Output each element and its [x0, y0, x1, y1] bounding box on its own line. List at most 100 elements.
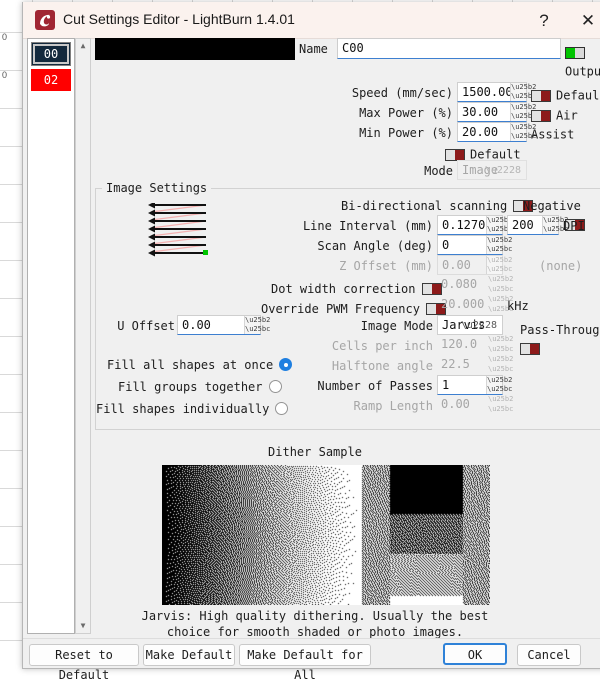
- scroll-up-icon[interactable]: ▲: [76, 39, 90, 53]
- z-offset-value: 0.00: [442, 258, 471, 272]
- speed-value: 1500.00: [462, 85, 513, 99]
- max-power-stepper[interactable]: \u25b2 \u25bc: [510, 103, 536, 121]
- dpi-stepper[interactable]: \u25b2 \u25bc: [542, 216, 568, 234]
- scan-angle-stepper[interactable]: \u25b2 \u25bc: [486, 236, 512, 254]
- mode-select[interactable]: Image \u2228: [457, 160, 527, 180]
- line-interval-label: Line Interval (mm): [302, 219, 433, 233]
- number-of-passes-value: 1: [442, 378, 450, 392]
- output-toggle-row[interactable]: Output: [565, 42, 600, 80]
- min-power-input[interactable]: 20.00 \u25b2 \u25bc: [457, 122, 536, 142]
- line-interval-value: 0.1270: [442, 218, 486, 232]
- max-power-input[interactable]: 30.00 \u25b2 \u25bc: [457, 102, 536, 122]
- ramp-length-stepper: \u25b2 \u25bc: [488, 395, 514, 413]
- dot-width-label: Dot width correction: [271, 281, 416, 296]
- ramp-length-value: 0.00: [441, 397, 470, 411]
- fill-individually-radio[interactable]: [275, 402, 289, 415]
- footer-divider: [23, 638, 600, 639]
- min-power-default-toggle[interactable]: [445, 148, 465, 161]
- make-default-button[interactable]: Make Default: [143, 644, 235, 666]
- override-pwm-value: 20.000: [441, 297, 485, 311]
- number-of-passes-input[interactable]: 1 \u25b2 \u25bc: [437, 375, 512, 395]
- cells-per-inch-label: Cells per inch: [331, 339, 433, 353]
- output-label: Output: [565, 64, 600, 79]
- fill-all-shapes-row[interactable]: Fill all shapes at once: [107, 354, 293, 373]
- close-icon[interactable]: ✕: [573, 8, 600, 34]
- u-offset-stepper[interactable]: \u25b2 \u25bc: [244, 316, 270, 334]
- number-of-passes-stepper[interactable]: \u25b2 \u25bc: [486, 376, 512, 394]
- halftone-angle-stepper: \u25b2 \u25bc: [488, 355, 514, 373]
- pass-through-label: Pass-Through: [520, 322, 600, 337]
- air-assist-toggle-row[interactable]: Air Assist: [531, 105, 600, 143]
- min-power-label: Min Power (%): [359, 126, 453, 140]
- khz-label: kHz: [507, 299, 529, 313]
- cancel-button[interactable]: Cancel: [517, 644, 581, 666]
- dot-width-toggle-row[interactable]: Dot width correction: [271, 278, 442, 297]
- speed-label: Speed (mm/sec): [351, 86, 453, 100]
- dpi-value: 200: [512, 218, 534, 232]
- line-interval-input[interactable]: 0.1270 \u25b2 \u25bc: [437, 215, 512, 235]
- pass-through-toggle[interactable]: [520, 342, 540, 355]
- dialog-titlebar[interactable]: Cut Settings Editor - LightBurn 1.4.01 ?…: [23, 2, 600, 39]
- override-pwm-toggle-row[interactable]: Override PWM Frequency: [261, 298, 446, 317]
- scan-angle-input[interactable]: 0 \u25b2 \u25bc: [437, 235, 512, 255]
- scan-direction-diagram: [148, 203, 208, 257]
- fill-groups-row[interactable]: Fill groups together: [118, 376, 282, 395]
- line-interval-stepper[interactable]: \u25b2 \u25bc: [486, 216, 512, 234]
- cells-per-inch-value: 120.0: [441, 337, 478, 351]
- min-power-stepper[interactable]: \u25b2 \u25bc: [510, 123, 536, 141]
- speed-default-toggle[interactable]: [531, 89, 551, 102]
- speed-default-label: Default: [556, 88, 600, 103]
- override-pwm-input: 20.000 \u25b2 \u25bc: [437, 295, 513, 315]
- max-power-value: 30.00: [462, 105, 499, 119]
- u-offset-input[interactable]: 0.00 \u25b2 \u25bc: [177, 315, 270, 335]
- dpi-label: DPI: [563, 219, 585, 233]
- image-mode-label: Image Mode: [360, 319, 433, 333]
- z-offset-label: Z Offset (mm): [339, 259, 433, 273]
- halftone-angle-label: Halftone angle: [331, 359, 433, 373]
- speed-input[interactable]: 1500.00 \u25b2 \u25bc: [457, 82, 536, 102]
- fill-groups-radio[interactable]: [268, 380, 282, 393]
- layer-chip-00[interactable]: 00: [31, 42, 71, 66]
- number-of-passes-label: Number of Passes: [317, 379, 433, 393]
- fill-individually-label: Fill shapes individually: [96, 402, 270, 416]
- layer-list[interactable]: 00 02: [27, 38, 75, 634]
- halftone-angle-input: 22.5 \u25b2 \u25bc: [437, 355, 514, 375]
- help-icon[interactable]: ?: [529, 8, 559, 34]
- u-offset-value: 0.00: [182, 318, 211, 332]
- bidirectional-label: Bi-directional scanning: [341, 198, 508, 213]
- dot-width-stepper: \u25b2 \u25bc: [488, 275, 514, 293]
- dialog-title: Cut Settings Editor - LightBurn 1.4.01: [63, 11, 295, 27]
- fill-individually-row[interactable]: Fill shapes individually: [96, 398, 289, 417]
- ok-button[interactable]: OK: [443, 643, 507, 665]
- image-mode-select[interactable]: Jarvis \u2228: [437, 315, 503, 335]
- lightburn-logo-icon: [35, 10, 55, 30]
- dot-width-input: 0.080 \u25b2 \u25bc: [437, 275, 514, 295]
- speed-stepper[interactable]: \u25b2 \u25bc: [510, 83, 536, 101]
- pass-through-toggle-row[interactable]: Pass-Through: [520, 319, 600, 357]
- z-offset-none-label: (none): [539, 259, 583, 273]
- halftone-angle-value: 22.5: [441, 357, 470, 371]
- reset-to-default-button[interactable]: Reset to Default: [29, 644, 139, 682]
- output-toggle[interactable]: [565, 46, 585, 59]
- min-power-value: 20.00: [462, 125, 499, 139]
- fill-all-shapes-radio[interactable]: [279, 358, 293, 371]
- cells-per-inch-stepper: \u25b2 \u25bc: [488, 335, 514, 353]
- speed-default-toggle-row[interactable]: Default: [531, 85, 600, 104]
- dither-sample-title: Dither Sample: [268, 445, 362, 459]
- image-settings-title: Image Settings: [102, 181, 212, 195]
- layer-list-scrollbar[interactable]: ▲ ▼: [75, 38, 91, 634]
- bidirectional-toggle-row[interactable]: Bi-directional scanning: [341, 195, 534, 214]
- z-offset-input: 0.00 \u25b2 \u25bc: [437, 255, 513, 275]
- scan-angle-value: 0: [442, 238, 450, 252]
- layer-chip-02[interactable]: 02: [31, 69, 71, 91]
- z-offset-stepper: \u25b2 \u25bc: [486, 256, 513, 274]
- dither-sample-image: [162, 465, 490, 605]
- dpi-input[interactable]: 200 \u25b2 \u25bc: [507, 215, 568, 235]
- make-default-for-all-button[interactable]: Make Default for All: [239, 644, 371, 682]
- u-offset-label: U Offset: [117, 319, 175, 333]
- air-assist-toggle[interactable]: [531, 109, 551, 122]
- name-input[interactable]: C00: [337, 38, 561, 59]
- name-label: Name: [299, 42, 328, 56]
- cut-settings-dialog: Cut Settings Editor - LightBurn 1.4.01 ?…: [22, 2, 600, 682]
- max-power-label: Max Power (%): [359, 106, 453, 120]
